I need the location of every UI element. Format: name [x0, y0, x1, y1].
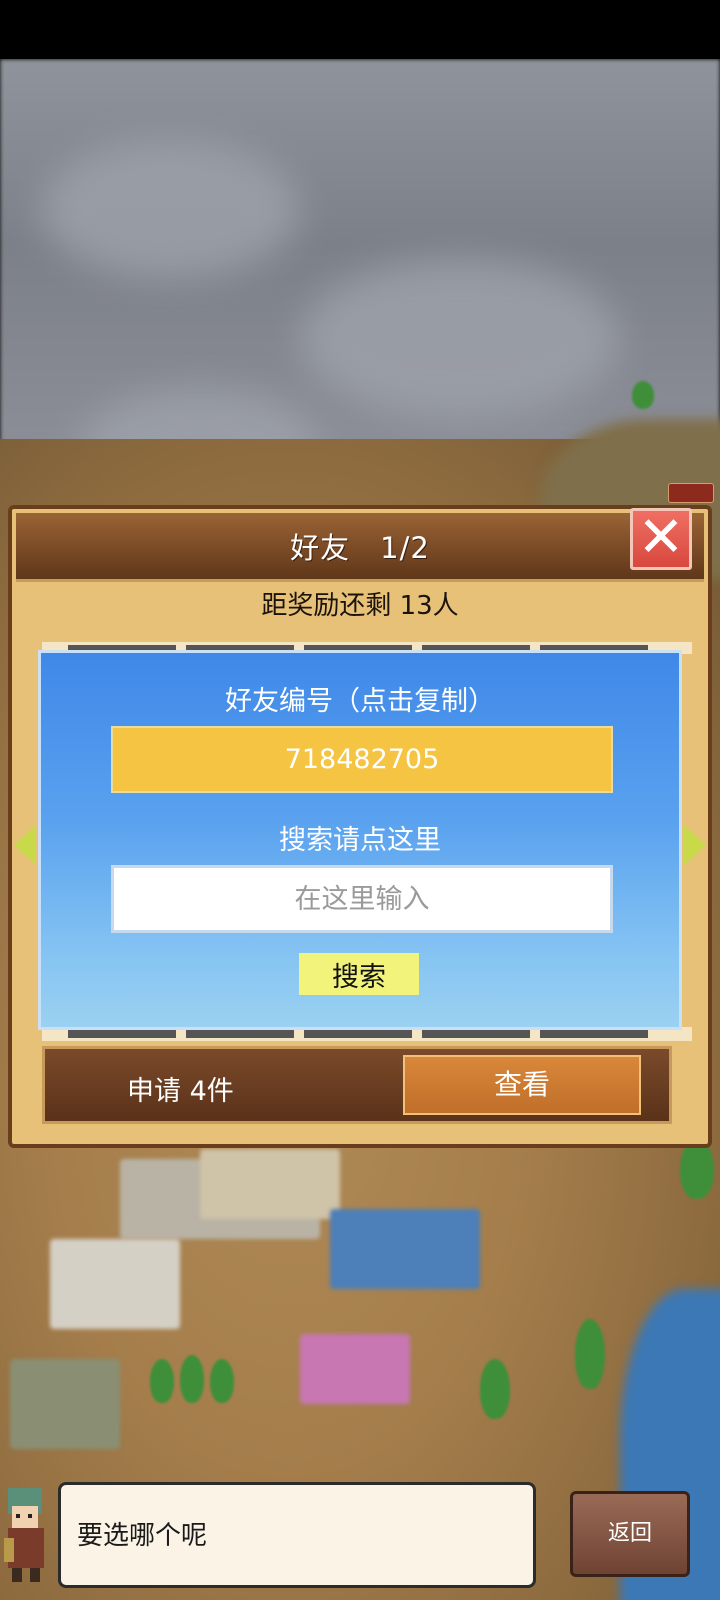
tree [210, 1359, 234, 1403]
friend-id-label: 好友编号（点击复制） [225, 686, 495, 717]
close-button[interactable]: ✕ [630, 505, 692, 570]
tree [480, 1359, 510, 1419]
back-button[interactable]: 返回 [570, 1491, 690, 1577]
friend-id-panel: 好友编号（点击复制） 718482705 搜索请点这里 搜索 [38, 650, 682, 1030]
friend-slot [304, 1030, 412, 1038]
reward-remaining-text: 距奖励还剩 13人 [261, 591, 459, 621]
speech-text: 要选哪个呢 [77, 1521, 208, 1551]
cloud [300, 259, 620, 419]
tree [632, 381, 654, 409]
tree [575, 1319, 605, 1389]
prev-page-arrow-icon[interactable] [14, 825, 36, 865]
search-label: 搜索请点这里 [279, 825, 441, 856]
friend-slot [68, 1030, 176, 1038]
cloud [40, 139, 300, 279]
building [200, 1149, 340, 1219]
request-bar: 申请 4件 查看 [42, 1046, 672, 1124]
tree [180, 1355, 204, 1403]
friend-slot [422, 1030, 530, 1038]
friend-id-copy-box[interactable]: 718482705 [111, 726, 613, 793]
title-text: 好友 [290, 531, 351, 565]
search-button[interactable]: 搜索 [299, 953, 419, 995]
speech-bubble: 要选哪个呢 [58, 1482, 536, 1588]
building [50, 1239, 180, 1329]
request-count: 申请 4件 [127, 1076, 234, 1107]
close-icon: ✕ [637, 505, 685, 570]
view-requests-button[interactable]: 查看 [403, 1055, 641, 1115]
friend-slot [186, 1030, 294, 1038]
dialog-title: 好友 1/2 [16, 525, 704, 567]
character-avatar [4, 1488, 44, 1582]
page-indicator: 1/2 [380, 531, 430, 565]
tree [680, 1139, 714, 1199]
next-page-arrow-icon[interactable] [684, 825, 706, 865]
pool [330, 1209, 480, 1289]
friend-slot [540, 1030, 648, 1038]
friend-id-value: 718482705 [284, 744, 440, 775]
dialog-title-bar: 好友 1/2 [16, 513, 704, 582]
map-tag [668, 483, 714, 503]
field [10, 1359, 120, 1449]
flower-field [300, 1334, 410, 1404]
friend-search-input[interactable] [111, 865, 613, 933]
tree [150, 1359, 174, 1403]
